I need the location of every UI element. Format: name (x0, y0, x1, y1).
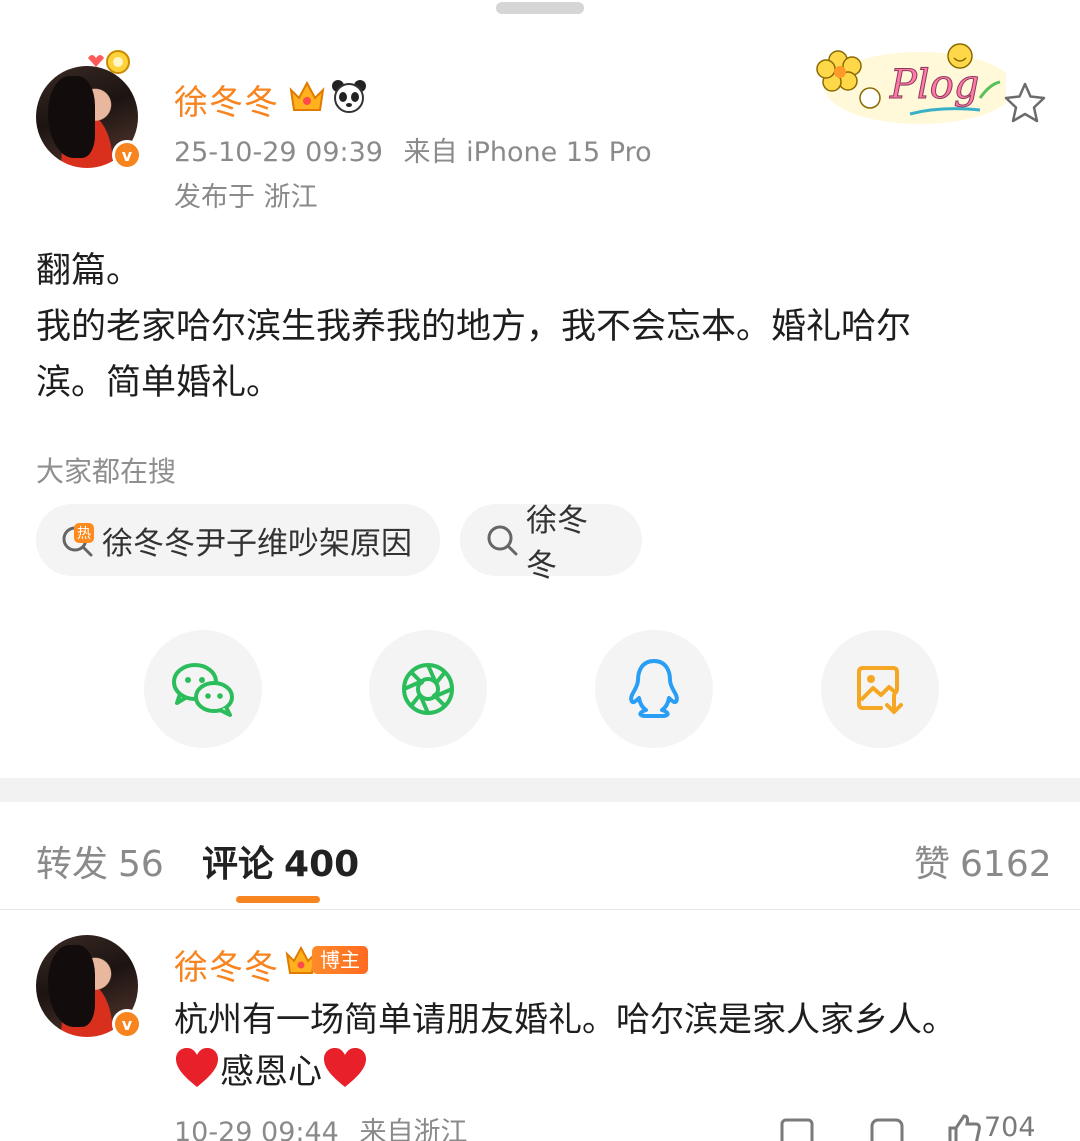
tab-comments[interactable]: 评论 400 (202, 835, 359, 887)
author-name[interactable]: 徐冬冬 (174, 75, 279, 124)
tab-likes[interactable]: 赞 6162 (914, 835, 1052, 887)
save-image-button[interactable] (821, 630, 939, 748)
comment-line: 杭州有一场简单请朋友婚礼。哈尔滨是家人家乡人。 (174, 1000, 956, 1040)
panda-icon (332, 80, 366, 113)
chip-label: 徐冬冬尹子维吵架原因 (102, 525, 412, 562)
comment-like-count: 704 (984, 1112, 1036, 1141)
svg-text:热: 热 (77, 526, 91, 542)
favorite-star-icon[interactable] (1002, 80, 1048, 126)
tab-repost[interactable]: 转发 56 (36, 835, 164, 887)
comment-text: 杭州有一场简单请朋友婚礼。哈尔滨是家人家乡人。 感恩心 (174, 994, 1054, 1098)
moments-icon (402, 663, 454, 715)
comment-source: 来自浙江 (359, 1117, 468, 1141)
share-qq-button[interactable] (595, 630, 713, 748)
blogger-badge: 博主 (284, 944, 368, 976)
chip-label: 徐冬冬 (526, 503, 588, 584)
comment-actions: 704 (778, 1108, 1078, 1141)
commenter-name[interactable]: 徐冬冬 (174, 940, 279, 989)
content-line: 翻篇。 (36, 251, 142, 291)
comment-meta: 10-29 09:44 来自浙江 (174, 1110, 467, 1141)
save-image-icon (857, 666, 903, 714)
search-icon (484, 522, 520, 558)
drag-handle[interactable] (496, 2, 584, 14)
blogger-tag: 博主 (312, 946, 368, 974)
tabs-divider (0, 909, 1080, 910)
hot-search-icon: 热 (60, 522, 96, 558)
content-line: 我的老家哈尔滨生我养我的地方，我不会忘本。婚礼哈尔 (36, 307, 912, 347)
qq-icon (629, 659, 679, 718)
repost-icon[interactable] (778, 1114, 818, 1141)
share-wechat-button[interactable] (144, 630, 262, 748)
section-divider (0, 778, 1080, 802)
verified-badge-icon: v (112, 1009, 142, 1039)
author-avatar[interactable]: v (36, 66, 142, 170)
like-icon[interactable] (946, 1114, 982, 1141)
search-section-title: 大家都在搜 (36, 455, 177, 488)
heart-icon (176, 1048, 218, 1087)
post-source: 来自 iPhone 15 Pro (403, 137, 652, 168)
search-chip[interactable]: 徐冬冬 (460, 503, 642, 584)
hot-search-chip[interactable]: 热 徐冬冬尹子维吵架原因 (36, 504, 440, 576)
post-time: 25-10-29 09:39 (174, 137, 383, 168)
active-tab-indicator (236, 896, 320, 903)
share-moments-button[interactable] (369, 630, 487, 748)
post-location: 发布于 浙江 (174, 182, 318, 213)
crown-icon (289, 80, 325, 111)
plog-sticker: Plog (816, 43, 1006, 124)
avatar-decoration-icon (88, 50, 130, 74)
plog-text: Plog (889, 62, 979, 108)
comment-line-2: 感恩心 (174, 1046, 1054, 1098)
wechat-icon (172, 663, 234, 717)
post-content: 翻篇。 我的老家哈尔滨生我养我的地方，我不会忘本。婚礼哈尔 滨。简单婚礼。 (36, 243, 1046, 411)
reply-icon[interactable] (868, 1114, 908, 1141)
content-line: 滨。简单婚礼。 (36, 363, 282, 403)
heart-icon (324, 1048, 366, 1087)
commenter-avatar[interactable]: v (36, 935, 142, 1039)
verified-badge-icon: v (112, 140, 142, 170)
comment-time: 10-29 09:44 (174, 1117, 339, 1141)
post-meta: 25-10-29 09:39 来自 iPhone 15 Pro (174, 130, 652, 169)
